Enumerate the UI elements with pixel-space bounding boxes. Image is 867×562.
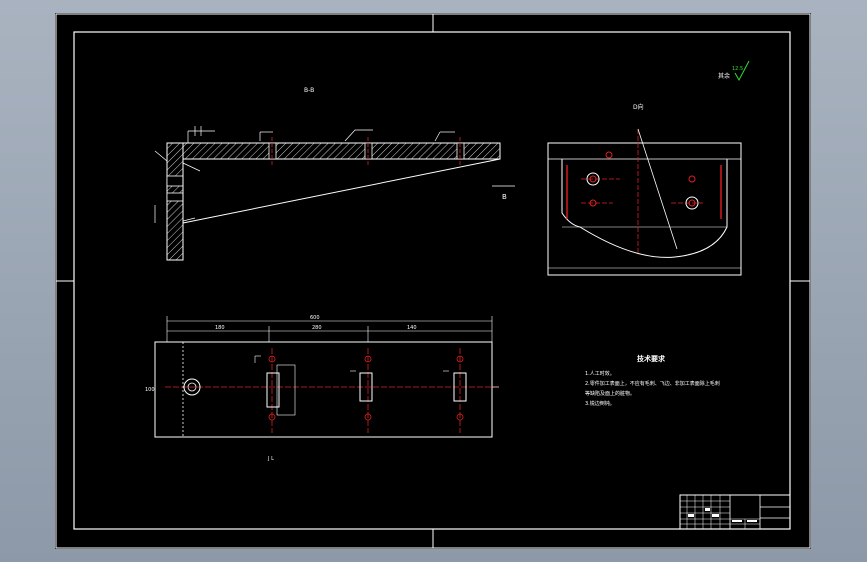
plate-slot-1 xyxy=(268,142,277,160)
gusset-line xyxy=(182,158,501,224)
leg-section-hatch xyxy=(166,142,184,261)
view-d-centerlines xyxy=(581,129,703,253)
dim-seg-1: 180 xyxy=(215,325,225,331)
leg-hole-2 xyxy=(166,192,184,202)
plan-slots xyxy=(266,364,467,416)
dim-seg-3: 140 xyxy=(407,325,417,331)
view-d: D向 xyxy=(547,103,742,276)
tech-req-item-4: 3.锐边倒钝。 xyxy=(585,400,615,407)
view-d-edge-lines xyxy=(566,165,722,219)
plan-outline xyxy=(154,341,493,438)
technical-requirements: 技术要求 1.人工时效。 2.零件加工表面上，不应有毛刺、飞边、非加工表面除上毛… xyxy=(585,354,720,407)
plate-slot-2 xyxy=(364,142,373,160)
drawing-canvas: B-B B D向 其余 12.5 600 180 280 140 100 J L… xyxy=(55,13,811,549)
dim-seg-2: 280 xyxy=(312,325,322,331)
view-d-holes xyxy=(586,151,699,210)
weld-symbols xyxy=(154,126,455,223)
view-label-d: D向 xyxy=(633,103,644,111)
roughness-value: 12.5 xyxy=(732,66,743,72)
tech-req-title: 技术要求 xyxy=(637,354,666,363)
roughness-corner-label: 其余 xyxy=(718,72,730,80)
plate-slot-3 xyxy=(456,142,465,160)
plan-small-holes xyxy=(268,355,464,421)
tech-req-item-1: 1.人工时效。 xyxy=(585,370,615,377)
section-view-bb: B-B B xyxy=(154,87,515,261)
centering-marks xyxy=(56,14,810,548)
dim-overall: 600 xyxy=(310,315,320,321)
title-block xyxy=(679,494,791,530)
plan-centerlines xyxy=(165,348,500,433)
cad-viewport[interactable]: B-B B D向 其余 12.5 600 180 280 140 100 J L… xyxy=(55,13,811,549)
tech-req-item-2: 2.零件加工表面上，不应有毛刺、飞边、非加工表面除上毛刺 xyxy=(585,380,720,387)
leg-hole-1 xyxy=(166,175,184,187)
roughness-symbol: 其余 12.5 xyxy=(718,60,750,82)
title-block-text-blocks xyxy=(688,508,757,522)
dim-height-left: 100 xyxy=(145,387,155,393)
drawing-frame xyxy=(73,31,791,530)
view-d-radius-leader xyxy=(637,128,678,250)
plate-section-hatch xyxy=(182,142,501,160)
view-arrow-b-label: B xyxy=(502,193,507,201)
section-label-bb: B-B xyxy=(304,87,314,94)
plan-view: 600 180 280 140 100 J L xyxy=(145,315,500,462)
view-d-curved-pocket xyxy=(561,159,728,258)
sheet-outer-border xyxy=(55,13,811,549)
title-block-grid xyxy=(680,495,760,529)
tech-req-item-3: 等缺陷及面上的脏物。 xyxy=(585,390,635,397)
view-label-bottom-left: J L xyxy=(267,456,274,462)
